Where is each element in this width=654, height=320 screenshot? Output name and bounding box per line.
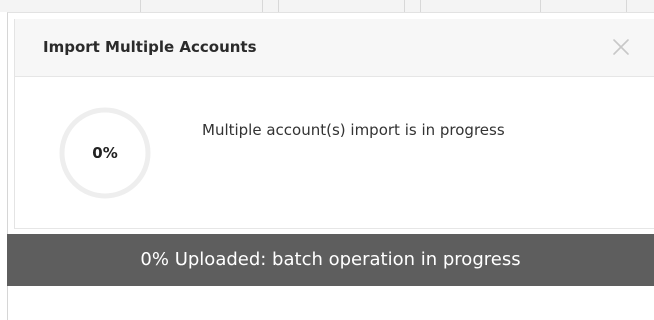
progress-ring: 0% — [57, 105, 153, 201]
background-column-divider — [278, 0, 279, 12]
dialog-title: Import Multiple Accounts — [43, 38, 257, 56]
status-message: Multiple account(s) import is in progres… — [202, 121, 505, 139]
progress-percent: 0% — [92, 144, 118, 162]
background-column-divider — [140, 0, 141, 12]
background-column-divider — [262, 0, 263, 12]
dialog-body: 0% Multiple account(s) import is in prog… — [14, 77, 654, 229]
background-column-divider — [404, 0, 405, 12]
background-column-divider — [626, 0, 627, 12]
page: Import Multiple Accounts 0% Multiple acc… — [0, 0, 654, 320]
upload-status-banner: 0% Uploaded: batch operation in progress — [7, 234, 654, 286]
close-button[interactable] — [607, 33, 635, 61]
background-column-divider — [420, 0, 421, 12]
background-table-header — [0, 0, 654, 12]
close-icon — [613, 39, 629, 55]
background-column-divider — [540, 0, 541, 12]
dialog-header: Import Multiple Accounts — [14, 19, 654, 77]
